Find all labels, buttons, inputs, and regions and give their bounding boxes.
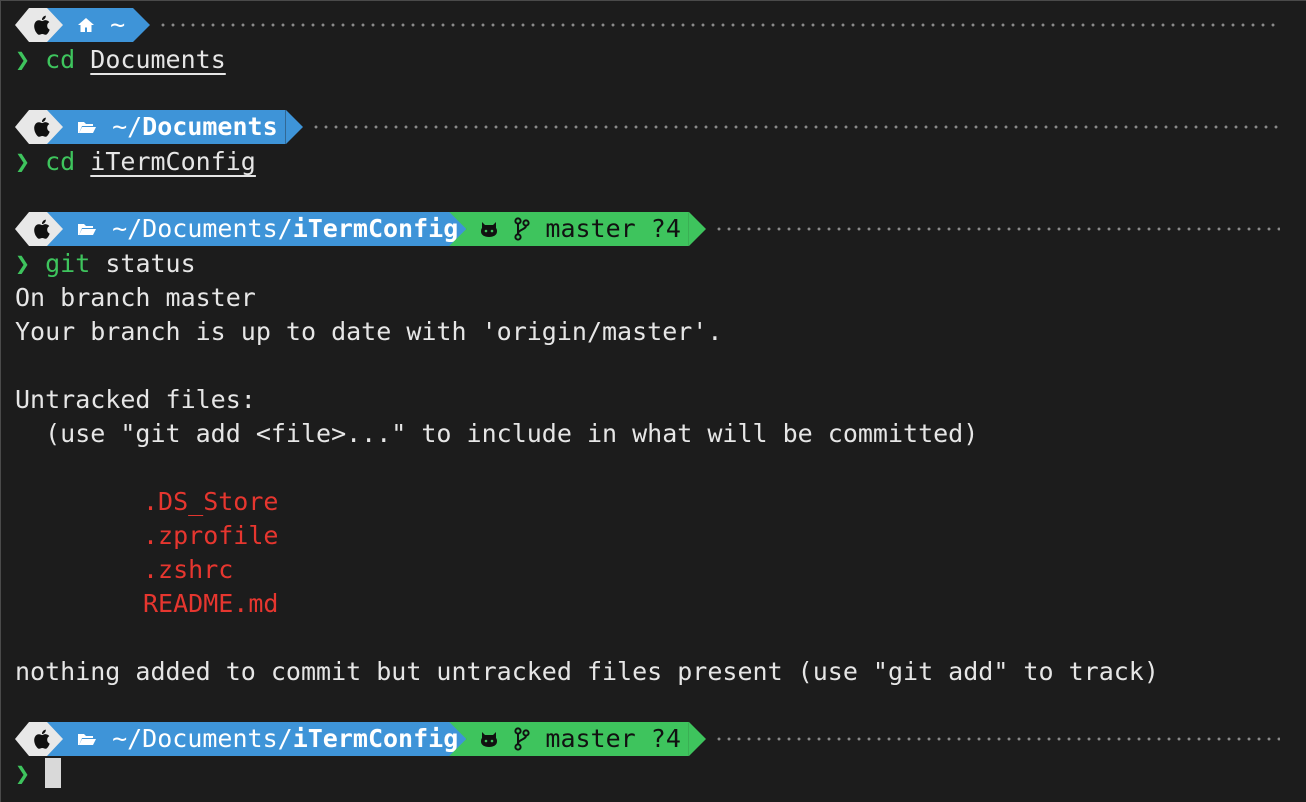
segment-separator (688, 722, 706, 756)
command-argument: iTermConfig (90, 147, 256, 176)
output-line: Your branch is up to date with 'origin/m… (15, 317, 723, 346)
prompt-symbol: ❯ (15, 147, 31, 176)
git-segment: master ?4 (449, 722, 689, 756)
directory-segment: ~/Documents (47, 110, 286, 144)
prompt-symbol: ❯ (15, 759, 31, 788)
untracked-file: .DS_Store (143, 487, 279, 516)
folder-open-icon (77, 221, 97, 237)
segment-separator (688, 212, 706, 246)
directory-path-current: Documents (142, 112, 278, 141)
git-branch-name: master (545, 214, 636, 243)
untracked-file: .zprofile (143, 521, 279, 550)
output-line: On branch master (15, 283, 256, 312)
directory-path-prefix: ~/ (112, 112, 143, 141)
folder-open-icon (77, 731, 97, 747)
command-line: ❯ cd Documents (15, 43, 226, 77)
segment-separator (133, 8, 151, 42)
git-branch-icon (514, 727, 530, 751)
prompt-filler-dots (158, 8, 1280, 42)
directory-path: ~ (110, 10, 126, 39)
git-branch-icon (514, 217, 530, 241)
command-name: cd (45, 147, 76, 176)
git-branch-name: master (545, 724, 636, 753)
git-status-count: ?4 (650, 214, 681, 243)
apple-icon (33, 728, 53, 750)
prompt-filler-dots (713, 722, 1280, 756)
directory-path-prefix: ~/Documents/ (112, 214, 293, 243)
command-name: git (45, 249, 91, 278)
prompt-status-bar: ~ (15, 8, 1280, 42)
directory-path-current: iTermConfig (292, 724, 459, 753)
output-line: (use "git add <file>..." to include in w… (15, 419, 979, 448)
directory-segment: ~/Documents/iTermConfig (47, 212, 467, 246)
home-icon (77, 17, 95, 33)
apple-icon (33, 14, 53, 36)
apple-icon (33, 116, 53, 138)
prompt-status-bar: ~/Documents/iTermConfig master ?4 (15, 722, 1280, 756)
untracked-file: .zshrc (143, 555, 234, 584)
directory-path-prefix: ~/Documents/ (112, 724, 293, 753)
directory-path-current: iTermConfig (292, 214, 459, 243)
command-name: cd (45, 45, 76, 74)
output-line: nothing added to commit but untracked fi… (15, 657, 1159, 686)
segment-separator (285, 110, 303, 144)
command-line: ❯ cd iTermConfig (15, 145, 256, 179)
output-line: Untracked files: (15, 385, 256, 414)
prompt-status-bar: ~/Documents (15, 110, 1280, 144)
folder-open-icon (77, 119, 97, 135)
github-icon (479, 220, 499, 238)
terminal-window[interactable]: ~ ❯ cd Documents ~/Documents ❯ cd iTermC… (0, 0, 1306, 802)
git-status-count: ?4 (650, 724, 681, 753)
prompt-symbol: ❯ (15, 45, 31, 74)
command-argument: Documents (90, 45, 226, 74)
prompt-filler-dots (310, 110, 1280, 144)
command-argument: status (105, 249, 196, 278)
git-segment: master ?4 (449, 212, 689, 246)
input-line[interactable]: ❯ (15, 757, 62, 791)
github-icon (479, 730, 499, 748)
untracked-file: README.md (143, 589, 279, 618)
apple-icon (33, 218, 53, 240)
prompt-symbol: ❯ (15, 249, 31, 278)
prompt-status-bar: ~/Documents/iTermConfig master ?4 (15, 212, 1280, 246)
command-line: ❯ git status (15, 247, 196, 281)
text-cursor[interactable] (45, 758, 62, 788)
prompt-filler-dots (713, 212, 1280, 246)
directory-segment: ~/Documents/iTermConfig (47, 722, 467, 756)
